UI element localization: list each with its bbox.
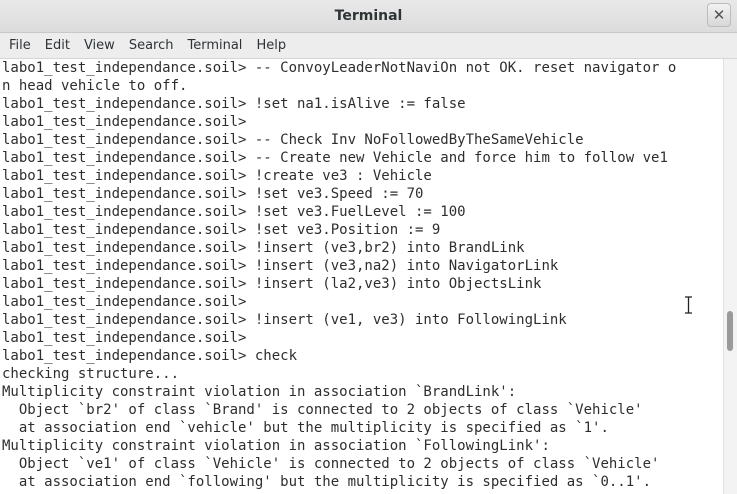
terminal-line: labo1_test_independance.soil> !set na1.i… bbox=[2, 96, 466, 112]
terminal-line: labo1_test_independance.soil> !set ve3.S… bbox=[2, 186, 424, 202]
terminal-line: labo1_test_independance.soil> bbox=[2, 114, 247, 130]
vertical-scrollbar[interactable] bbox=[723, 59, 737, 494]
terminal-line: labo1_test_independance.soil> check bbox=[2, 348, 298, 364]
terminal-line: labo1_test_independance.soil> !set ve3.F… bbox=[2, 204, 466, 220]
close-icon: ✕ bbox=[712, 6, 726, 24]
close-button[interactable]: ✕ bbox=[707, 3, 731, 27]
terminal-line: labo1_test_independance.soil> !set ve3.P… bbox=[2, 222, 441, 238]
terminal-line: labo1_test_independance.soil> !insert (v… bbox=[2, 258, 559, 274]
terminal-line: Object `ve1' of class `Vehicle' is conne… bbox=[2, 456, 660, 472]
menu-terminal[interactable]: Terminal bbox=[180, 33, 249, 59]
menu-help[interactable]: Help bbox=[249, 33, 293, 59]
terminal-line: labo1_test_independance.soil> !insert (v… bbox=[2, 240, 525, 256]
terminal-line: at association end `following' but the m… bbox=[2, 474, 652, 490]
menu-bar: File Edit View Search Terminal Help bbox=[0, 33, 737, 59]
terminal-window: Terminal ✕ File Edit View Search Termina… bbox=[0, 0, 737, 494]
terminal-line: at association end `vehicle' but the mul… bbox=[2, 420, 609, 436]
title-bar[interactable]: Terminal ✕ bbox=[0, 0, 737, 33]
menu-search[interactable]: Search bbox=[122, 33, 181, 59]
menu-edit[interactable]: Edit bbox=[38, 33, 77, 59]
terminal-output[interactable]: labo1_test_independance.soil> -- ConvoyL… bbox=[0, 59, 723, 494]
scrollbar-thumb[interactable] bbox=[727, 311, 733, 351]
terminal-line: labo1_test_independance.soil> bbox=[2, 294, 247, 310]
menu-view[interactable]: View bbox=[77, 33, 122, 59]
terminal-line: labo1_test_independance.soil> -- Create … bbox=[2, 150, 668, 166]
terminal-line: labo1_test_independance.soil> -- ConvoyL… bbox=[2, 60, 677, 76]
terminal-line: labo1_test_independance.soil> !insert (v… bbox=[2, 312, 567, 328]
terminal-line: Object `br2' of class `Brand' is connect… bbox=[2, 402, 643, 418]
text-cursor-icon bbox=[685, 296, 692, 314]
terminal-line: Multiplicity constraint violation in ass… bbox=[2, 384, 517, 400]
terminal-line: labo1_test_independance.soil> !insert (l… bbox=[2, 276, 542, 292]
terminal-line: labo1_test_independance.soil> bbox=[2, 330, 247, 346]
menu-file[interactable]: File bbox=[2, 33, 38, 59]
terminal-line: checking structure... bbox=[2, 366, 180, 382]
terminal-line: Multiplicity constraint violation in ass… bbox=[2, 438, 550, 454]
window-title: Terminal bbox=[334, 8, 403, 24]
terminal-line: labo1_test_independance.soil> -- Check I… bbox=[2, 132, 584, 148]
terminal-line: n head vehicle to off. bbox=[2, 78, 188, 94]
terminal-line: labo1_test_independance.soil> !create ve… bbox=[2, 168, 432, 184]
